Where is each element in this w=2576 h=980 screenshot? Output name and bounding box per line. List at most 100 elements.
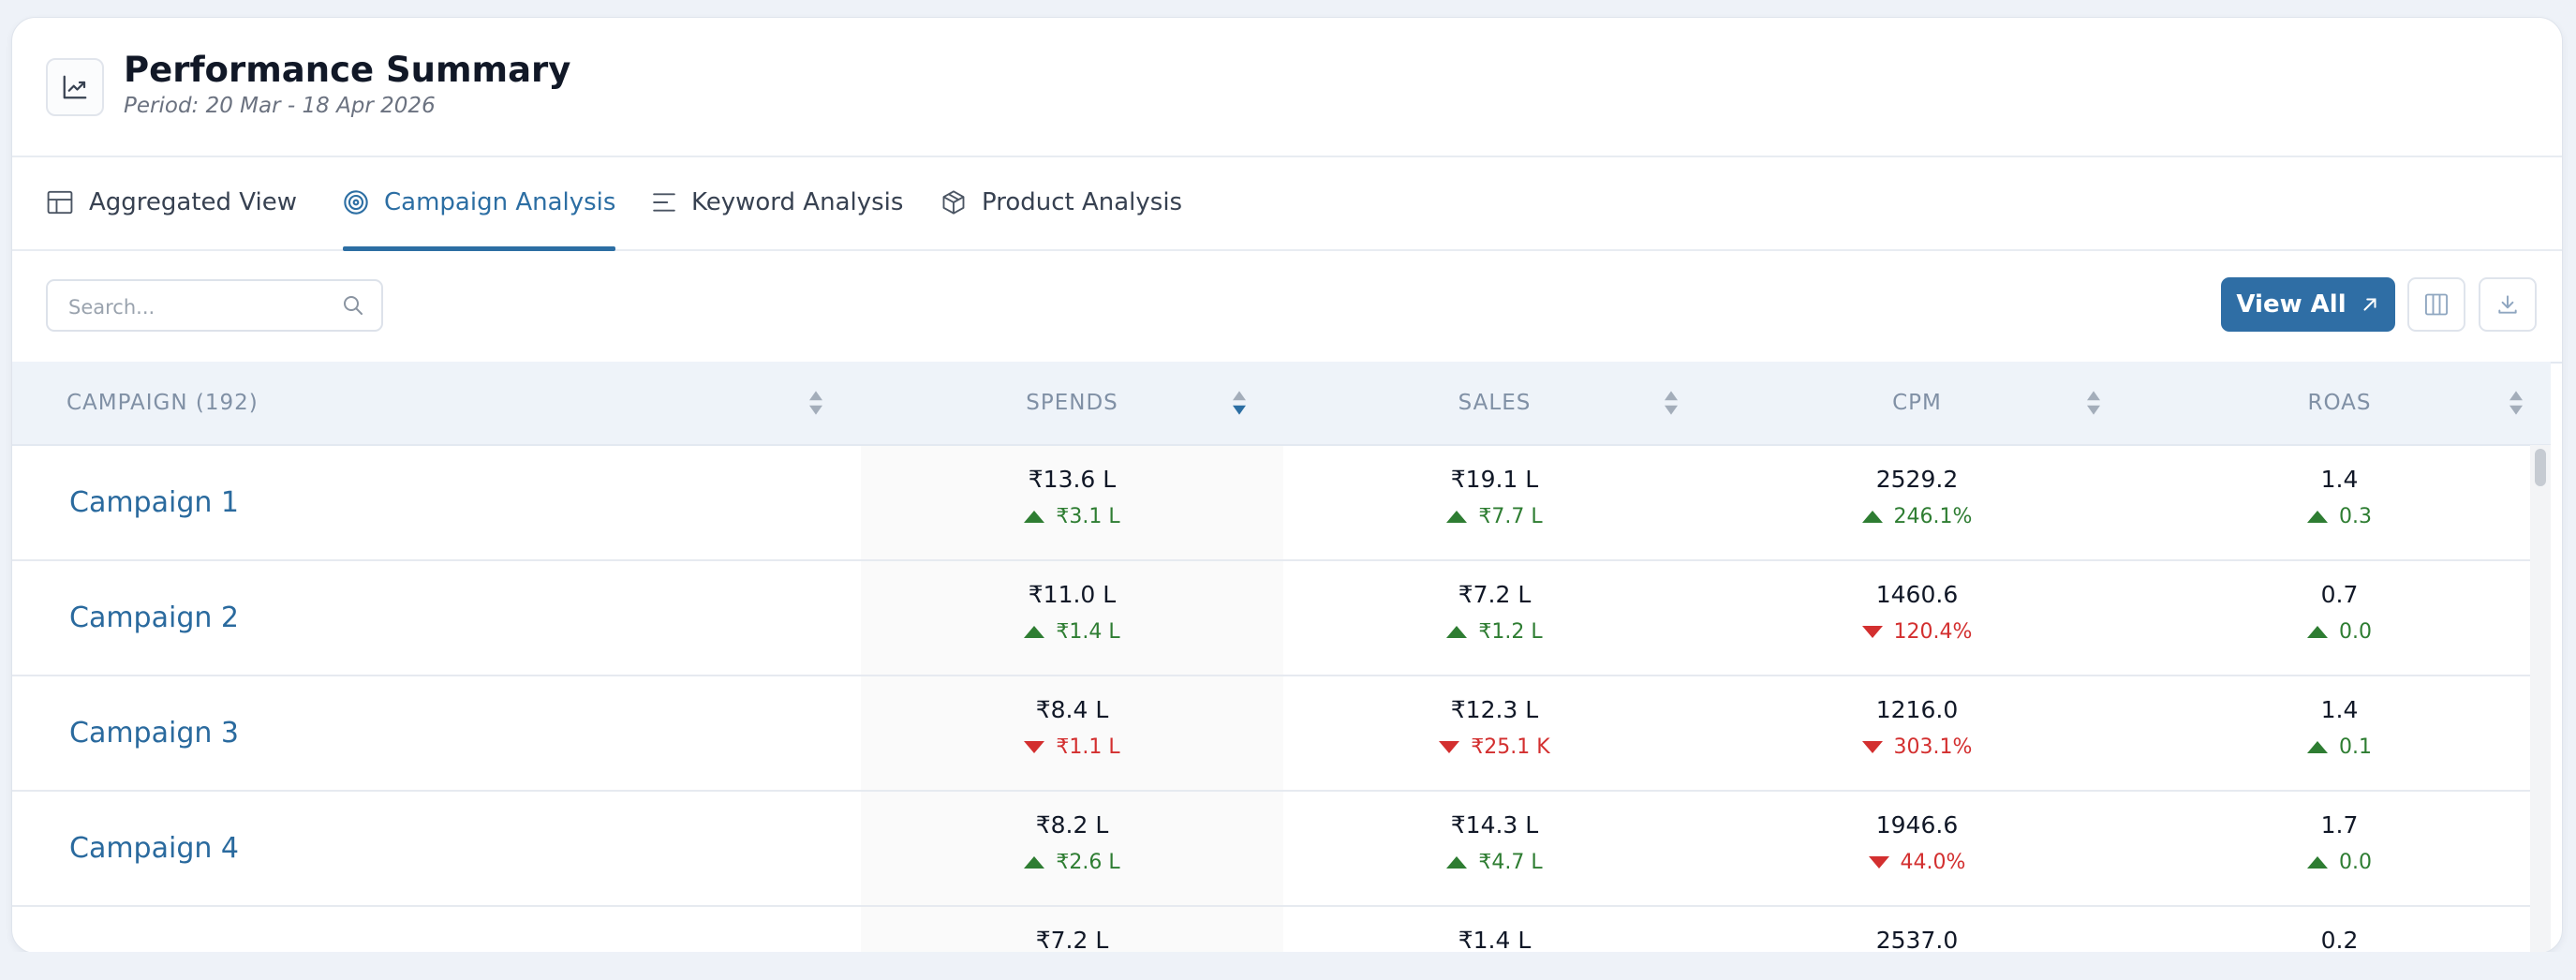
table-row: Campaign 1 ₹13.6 L ₹3.1 L ₹19.1 L ₹7.7 L 2529… xyxy=(12,445,2551,561)
sales-value: ₹1.4 L xyxy=(1458,927,1532,954)
layout-grid-icon xyxy=(47,190,73,215)
roas-delta: 0.0 xyxy=(2128,620,2551,644)
cpm-delta-value: 303.1% xyxy=(1893,735,1973,759)
sales-value: ₹12.3 L xyxy=(1450,696,1539,723)
column-header-campaign[interactable]: CAMPAIGN (192) xyxy=(67,362,259,444)
spends-delta: ₹3.1 L xyxy=(861,505,1283,528)
spends-delta-value: ₹3.1 L xyxy=(1056,505,1120,528)
trend-down-icon xyxy=(1439,741,1460,753)
roas-value: 1.4 xyxy=(2320,696,2359,723)
analysis-tabs: Aggregated View Campaign Analysis Keywor… xyxy=(12,156,2562,251)
roas-value: 0.7 xyxy=(2320,581,2359,608)
cpm-value: 1946.6 xyxy=(1875,811,1959,839)
roas-delta: 0.0 xyxy=(2128,851,2551,874)
sort-icon[interactable] xyxy=(2508,390,2524,416)
roas-delta-value: 0.3 xyxy=(2339,505,2372,528)
sort-active-icon[interactable] xyxy=(1231,390,1248,416)
box-icon xyxy=(942,190,965,215)
text-lines-icon xyxy=(653,193,675,212)
trend-down-icon xyxy=(1868,856,1889,869)
column-header-roas[interactable]: ROAS xyxy=(2128,362,2551,444)
cpm-cell: 1946.6 44.0% xyxy=(1706,791,2128,905)
cpm-delta: 246.1% xyxy=(1706,505,2128,528)
download-button[interactable] xyxy=(2479,277,2537,332)
spends-value: ₹11.0 L xyxy=(1028,581,1117,608)
performance-summary-card: Performance Summary Period: 20 Mar - 18 … xyxy=(11,17,2563,954)
period-label: Period: 20 Mar - 18 Apr 2026 xyxy=(124,94,436,118)
roas-delta: 0.1 xyxy=(2128,735,2551,759)
trend-chart-icon xyxy=(46,58,104,116)
roas-cell: 1.4 0.3 xyxy=(2128,445,2551,559)
tab-keyword-analysis[interactable]: Keyword Analysis xyxy=(652,156,903,249)
campaign-link[interactable]: Campaign 1 xyxy=(69,445,239,559)
roas-delta: 0.3 xyxy=(2128,505,2551,528)
campaign-link[interactable]: Campaign 3 xyxy=(69,676,239,790)
column-header-cpm[interactable]: CPM xyxy=(1706,362,2128,444)
cpm-value: 1460.6 xyxy=(1875,581,1959,608)
campaign-link[interactable]: Campaign 4 xyxy=(69,791,239,905)
column-header-spends[interactable]: SPENDS xyxy=(861,362,1283,444)
arrow-up-right-icon xyxy=(2363,298,2376,311)
table-row: Campaign 2 ₹11.0 L ₹1.4 L ₹7.2 L ₹1.2 L 1460.… xyxy=(12,560,2551,676)
table-row: Campaign 4 ₹8.2 L ₹2.6 L ₹14.3 L ₹4.7 L 1946.… xyxy=(12,791,2551,907)
search-icon[interactable] xyxy=(342,294,364,317)
spends-value: ₹8.2 L xyxy=(1035,811,1109,839)
sales-value: ₹19.1 L xyxy=(1450,466,1539,493)
search-box xyxy=(46,279,383,332)
spends-cell: ₹11.0 L ₹1.4 L xyxy=(861,560,1283,675)
campaign-link[interactable]: Campaign 2 xyxy=(69,560,239,675)
table-row: Campaign 3 ₹8.4 L ₹1.1 L ₹12.3 L ₹25.1 K 1216… xyxy=(12,676,2551,792)
cpm-value: 2537.0 xyxy=(1875,927,1959,954)
vertical-scrollbar[interactable] xyxy=(2530,445,2551,953)
cpm-cell: 2529.2 246.1% xyxy=(1706,445,2128,559)
sales-delta: ₹7.7 L xyxy=(1283,505,1706,528)
download-icon xyxy=(2498,295,2517,314)
trend-up-icon xyxy=(2307,511,2328,523)
sales-delta-value: ₹4.7 L xyxy=(1478,851,1543,874)
sales-delta-value: ₹25.1 K xyxy=(1471,735,1550,759)
sales-delta-value: ₹1.2 L xyxy=(1478,620,1543,644)
spends-delta-value: ₹2.6 L xyxy=(1056,851,1120,874)
trend-up-icon xyxy=(1024,626,1045,638)
columns-button[interactable] xyxy=(2407,277,2465,332)
tab-product-analysis[interactable]: Product Analysis xyxy=(940,156,1182,249)
table-header: CAMPAIGN (192) SPENDS SALES CPM ROAS xyxy=(12,362,2551,446)
tab-aggregated-view[interactable]: Aggregated View xyxy=(46,156,297,249)
page-title: Performance Summary xyxy=(124,50,571,90)
sort-icon[interactable] xyxy=(1663,390,1680,416)
cpm-delta-value: 120.4% xyxy=(1893,620,1973,644)
roas-cell: 1.4 0.1 xyxy=(2128,676,2551,790)
spends-delta: ₹2.6 L xyxy=(861,851,1283,874)
roas-cell: 0.7 0.0 xyxy=(2128,560,2551,675)
trend-down-icon xyxy=(1024,741,1045,753)
column-header-sales[interactable]: SALES xyxy=(1283,362,1706,444)
cpm-delta-value: 246.1% xyxy=(1893,505,1973,528)
sales-delta-value: ₹7.7 L xyxy=(1478,505,1543,528)
scrollbar-thumb[interactable] xyxy=(2535,449,2546,486)
sort-icon[interactable] xyxy=(807,390,824,416)
sales-delta: ₹25.1 K xyxy=(1283,735,1706,759)
spends-cell: ₹13.6 L ₹3.1 L xyxy=(861,445,1283,559)
tab-campaign-analysis[interactable]: Campaign Analysis xyxy=(343,156,616,251)
roas-value: 0.2 xyxy=(2320,927,2359,954)
columns-icon xyxy=(2424,293,2449,316)
search-input[interactable] xyxy=(67,290,333,324)
spends-delta-value: ₹1.4 L xyxy=(1056,620,1120,644)
campaign-table: CAMPAIGN (192) SPENDS SALES CPM ROAS Cam… xyxy=(12,362,2551,953)
spends-delta-value: ₹1.1 L xyxy=(1056,735,1120,759)
trend-up-icon xyxy=(1024,856,1045,869)
card-header: Performance Summary Period: 20 Mar - 18 … xyxy=(12,18,2562,157)
sales-cell: ₹1.4 L xyxy=(1283,906,1706,954)
spends-delta: ₹1.1 L xyxy=(861,735,1283,759)
trend-down-icon xyxy=(1861,741,1883,753)
spends-cell: ₹8.2 L ₹2.6 L xyxy=(861,791,1283,905)
spends-cell: ₹7.2 L xyxy=(861,906,1283,953)
sort-icon[interactable] xyxy=(2085,390,2102,416)
roas-value: 1.7 xyxy=(2320,811,2359,839)
sales-delta: ₹1.2 L xyxy=(1283,620,1706,644)
page-background xyxy=(0,952,2576,980)
trend-up-icon xyxy=(2307,626,2328,638)
trend-up-icon xyxy=(1446,626,1468,638)
sales-cell: ₹7.2 L ₹1.2 L xyxy=(1283,560,1706,675)
view-all-button[interactable]: View All xyxy=(2221,277,2395,332)
